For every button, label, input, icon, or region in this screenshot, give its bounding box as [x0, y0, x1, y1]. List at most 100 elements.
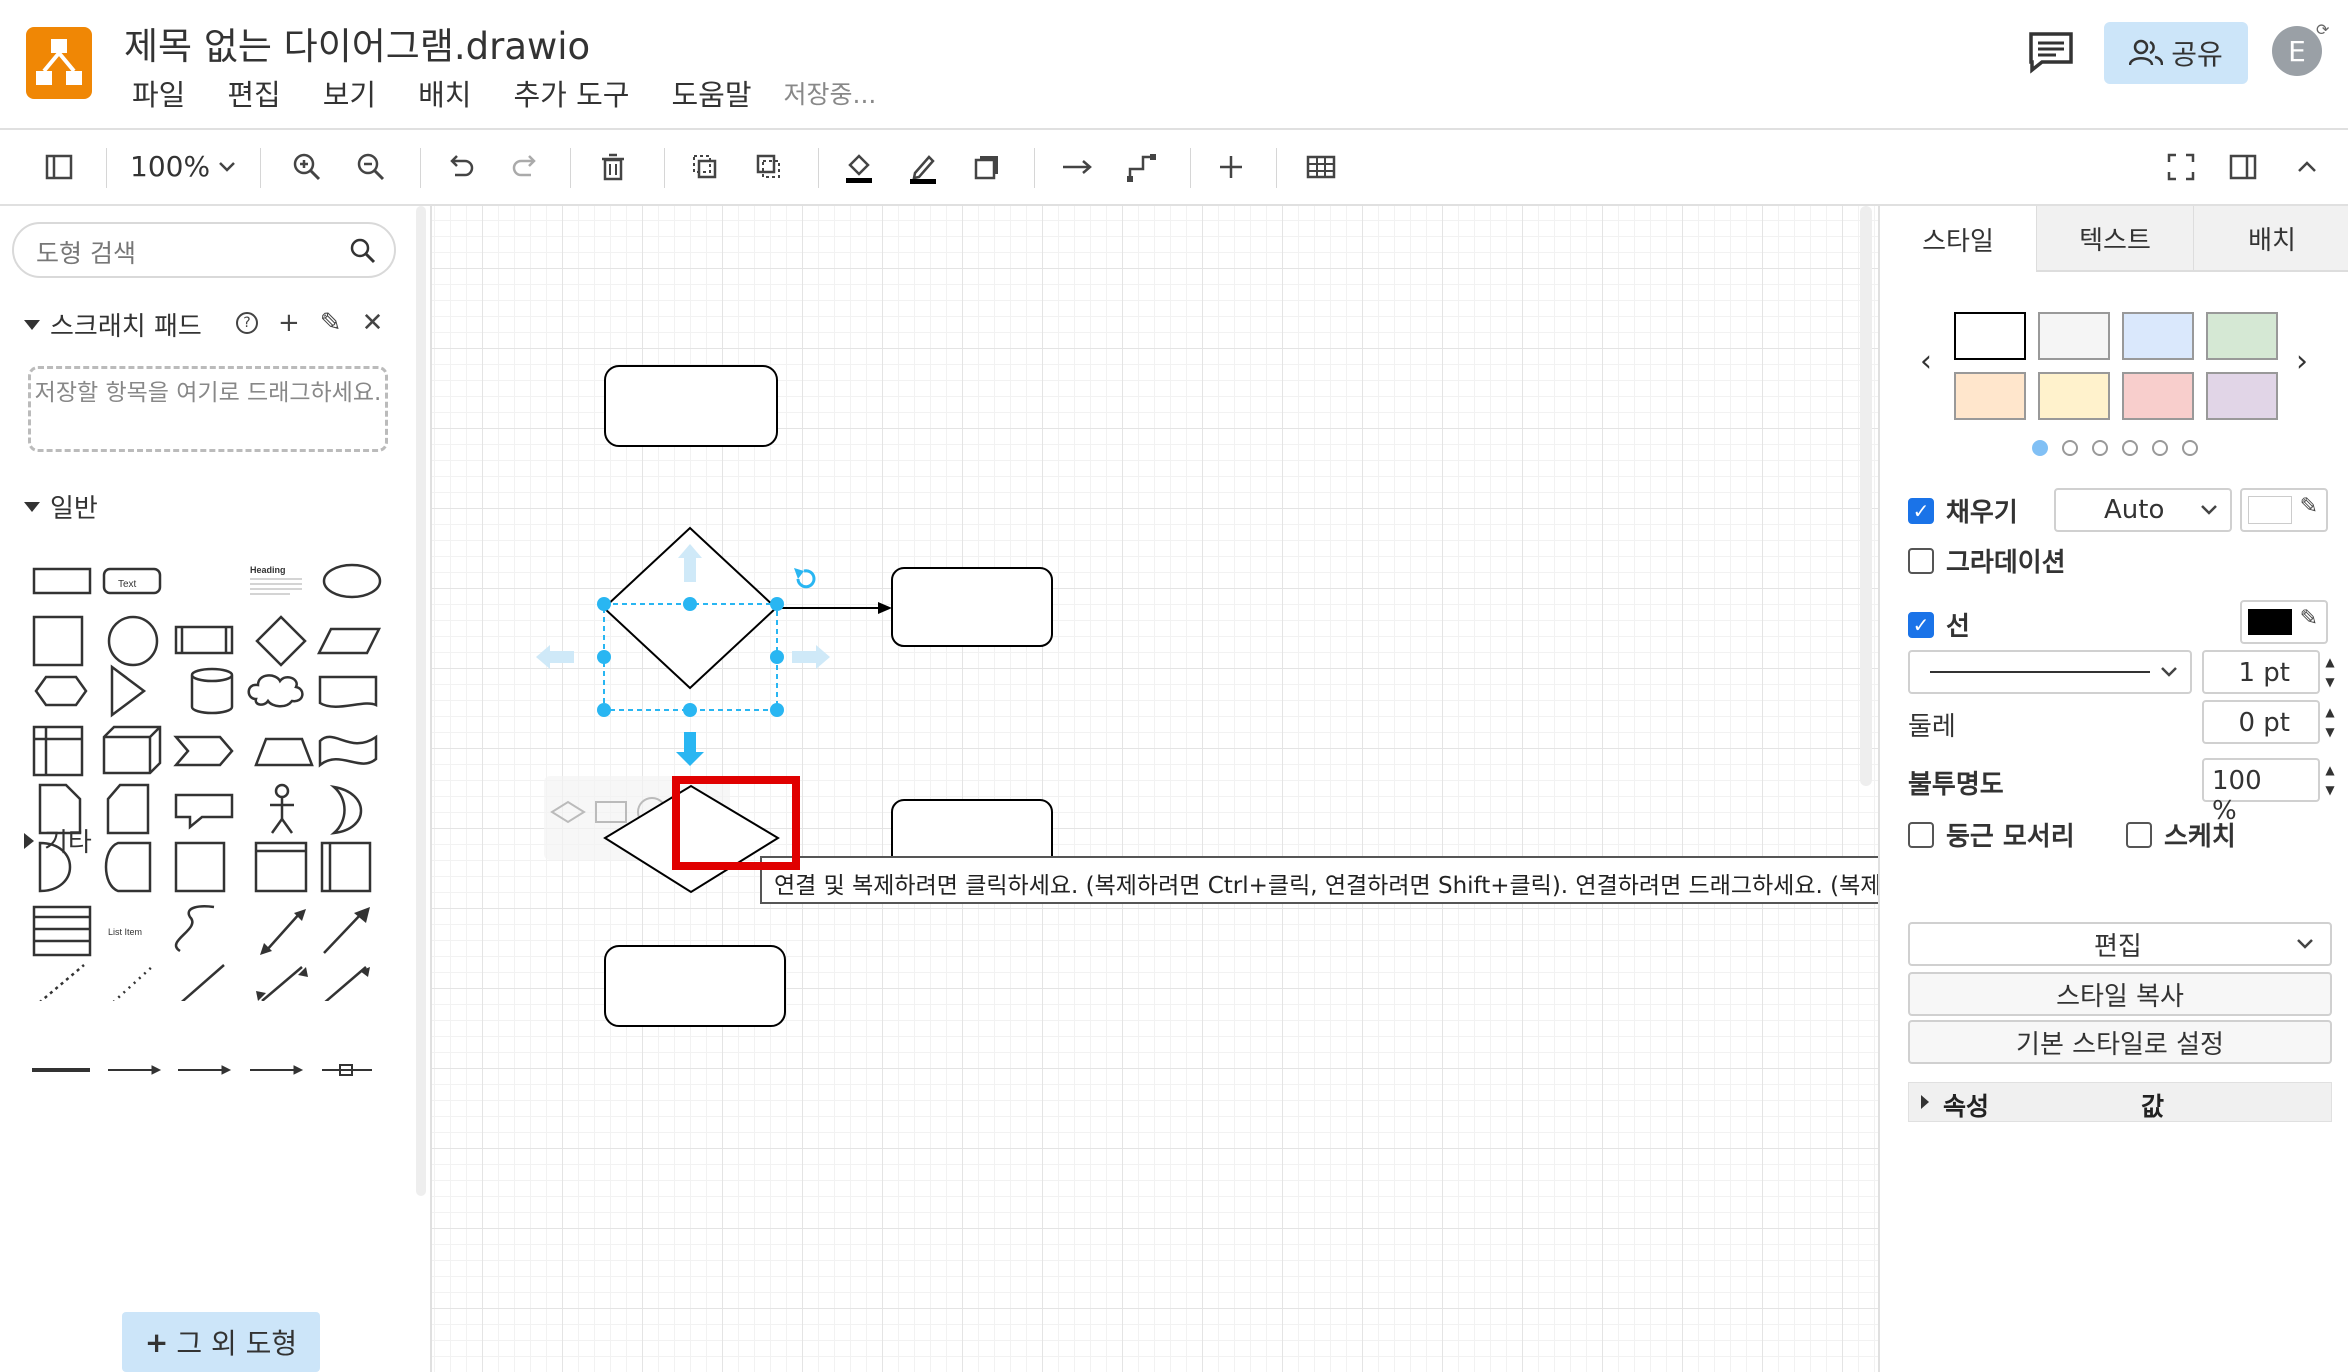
line-pattern-select[interactable] [1908, 650, 2192, 694]
zoom-select[interactable]: 100% [130, 150, 236, 183]
style-swatch[interactable] [2206, 312, 2278, 360]
style-swatch[interactable] [2038, 372, 2110, 420]
menu-view[interactable]: 보기 [311, 72, 388, 114]
fill-checkbox[interactable]: ✓ [1908, 497, 1934, 524]
edit-pencil-icon[interactable]: ✎ [320, 308, 342, 338]
search-icon[interactable] [348, 236, 378, 266]
menu-arrange[interactable]: 배치 [406, 72, 483, 114]
chevron-down-icon [2161, 667, 2177, 677]
menu-edit[interactable]: 편집 [215, 72, 292, 114]
table-icon[interactable] [1296, 142, 1346, 192]
general-header[interactable]: 일반 [24, 488, 98, 525]
canvas-scrollbar[interactable] [1860, 206, 1872, 786]
to-back-icon[interactable] [744, 142, 794, 192]
set-default-style-button[interactable]: 기본 스타일로 설정 [1908, 1020, 2332, 1064]
menu-help[interactable]: 도움말 [659, 72, 763, 114]
diagram-canvas[interactable] [432, 206, 1878, 1372]
page-dot[interactable] [2152, 440, 2168, 456]
connection-arrow-icon[interactable] [1052, 142, 1102, 192]
page-dot[interactable] [2092, 440, 2108, 456]
other-header[interactable]: 기타 [24, 822, 92, 859]
caret-down-icon [24, 501, 40, 512]
comments-icon[interactable] [2026, 30, 2076, 74]
spinner-arrows-icon[interactable]: ▲ ▼ [2320, 652, 2340, 692]
style-swatch[interactable] [1954, 372, 2026, 420]
page-dot[interactable] [2122, 440, 2138, 456]
edit-select[interactable]: 편집 [1908, 922, 2332, 966]
more-shapes-button[interactable]: + 그 외 도형 [122, 1312, 320, 1372]
properties-table-header[interactable]: 속성 값 [1908, 1082, 2332, 1122]
line-color-icon[interactable] [898, 142, 948, 192]
line-color-picker[interactable]: ✎ [2240, 600, 2328, 644]
gradient-checkbox[interactable] [1908, 547, 1934, 574]
menu-file[interactable]: 파일 [120, 72, 197, 114]
format-panel-toggle-icon[interactable] [34, 142, 84, 192]
undo-icon[interactable] [436, 142, 486, 192]
tab-text[interactable]: 텍스트 [2036, 206, 2193, 272]
add-icon[interactable]: + [278, 308, 300, 338]
perimeter-input[interactable]: 0 pt ▲ ▼ [2202, 700, 2335, 744]
redo-icon[interactable] [500, 142, 550, 192]
drawio-logo[interactable] [26, 27, 92, 99]
chevron-right-icon[interactable]: › [2296, 344, 2308, 379]
process-shape-1[interactable] [604, 365, 778, 447]
scratchpad-title: 스크래치 패드 [50, 312, 202, 342]
page-dot[interactable] [2062, 440, 2078, 456]
spinner-arrows-icon[interactable]: ▲ ▼ [2320, 702, 2340, 742]
line-width-input[interactable]: 1 pt ▲ ▼ [2202, 650, 2335, 694]
fullscreen-icon[interactable] [2156, 142, 2206, 192]
zoom-in-icon[interactable] [282, 142, 332, 192]
fill-color-icon[interactable] [834, 142, 884, 192]
style-swatch[interactable] [2122, 312, 2194, 360]
page-dot[interactable] [2032, 440, 2048, 456]
tab-style[interactable]: 스타일 [1880, 206, 2036, 272]
document-title[interactable]: 제목 없는 다이어그램.drawio [124, 16, 590, 70]
scratchpad-dropzone[interactable]: 저장할 항목을 여기로 드래그하세요. [28, 366, 388, 452]
caret-right-icon [1921, 1095, 1929, 1109]
style-swatch[interactable] [2038, 312, 2110, 360]
line-checkbox[interactable]: ✓ [1908, 611, 1934, 638]
menu-extras[interactable]: 추가 도구 [502, 72, 642, 114]
panel-toggle-icon[interactable] [2218, 142, 2268, 192]
diagram-svg[interactable] [432, 206, 1878, 1372]
chevron-down-icon [2297, 939, 2313, 949]
connector-palette[interactable] [24, 1050, 394, 1090]
shape-text-label: Text [118, 579, 137, 590]
style-swatch[interactable] [2206, 372, 2278, 420]
share-button[interactable]: 공유 [2104, 22, 2248, 84]
sketch-checkbox[interactable] [2126, 821, 2152, 848]
zoom-out-icon[interactable] [346, 142, 396, 192]
to-front-icon[interactable] [680, 142, 730, 192]
scratchpad-header[interactable]: 스크래치 패드 [24, 306, 202, 343]
rounded-checkbox[interactable] [1908, 821, 1934, 848]
gradient-label: 그라데이션 [1946, 548, 2066, 578]
tab-arrange[interactable]: 배치 [2193, 206, 2348, 272]
waypoints-icon[interactable] [1116, 142, 1166, 192]
process-shape-2[interactable] [891, 567, 1053, 647]
collapse-chevron-up-icon[interactable] [2282, 142, 2332, 192]
delete-icon[interactable] [588, 142, 638, 192]
insert-plus-icon[interactable] [1206, 142, 1256, 192]
chevron-left-icon[interactable]: ‹ [1920, 344, 1932, 379]
fill-color-picker[interactable]: ✎ [2240, 488, 2328, 532]
close-icon[interactable]: ✕ [362, 308, 384, 338]
style-swatch[interactable] [2122, 372, 2194, 420]
user-avatar[interactable]: E [2272, 26, 2322, 76]
help-icon[interactable]: ? [236, 312, 258, 334]
sidebar-scrollbar[interactable] [416, 206, 426, 1196]
process-shape-4[interactable] [604, 945, 786, 1027]
general-shape-palette[interactable]: Text Heading List Item [24, 541, 394, 1001]
opacity-input[interactable]: 100 % ▲ ▼ [2202, 758, 2335, 826]
eyedropper-icon[interactable]: ✎ [2300, 494, 2318, 519]
rotate-handle-icon[interactable] [794, 568, 816, 589]
page-dot[interactable] [2182, 440, 2198, 456]
shape-search-input[interactable]: 도형 검색 [12, 222, 396, 278]
shape-heading-label: Heading [250, 565, 286, 575]
eyedropper-icon[interactable]: ✎ [2300, 606, 2318, 631]
clone-connect-arrow-down-icon[interactable] [676, 732, 704, 766]
shadow-icon[interactable] [962, 142, 1012, 192]
fill-mode-select[interactable]: Auto [2054, 488, 2232, 532]
spinner-arrows-icon[interactable]: ▲ ▼ [2320, 760, 2340, 800]
copy-style-button[interactable]: 스타일 복사 [1908, 972, 2332, 1016]
style-swatch[interactable] [1954, 312, 2026, 360]
